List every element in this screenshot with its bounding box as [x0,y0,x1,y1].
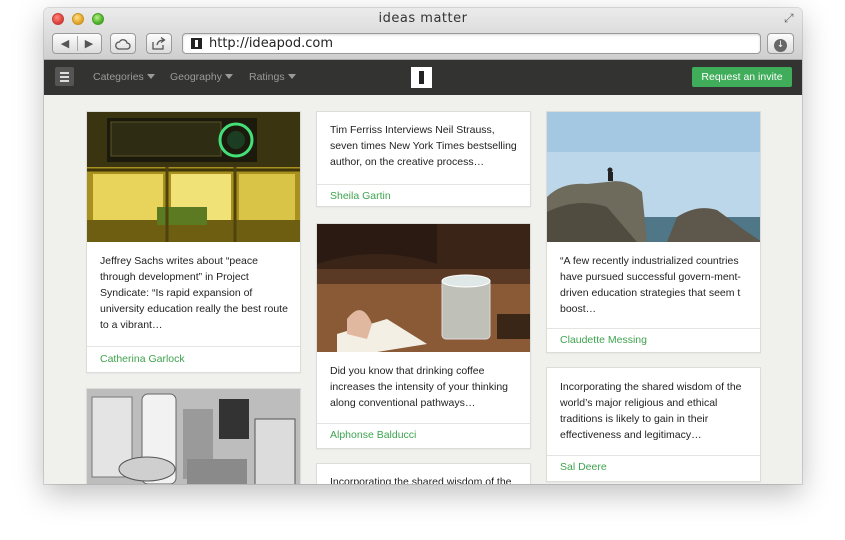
icloud-tabs-button[interactable] [110,33,136,54]
card-excerpt: Incorporating the shared wisdom of the w… [560,381,742,441]
cloud-icon [115,39,131,50]
downloads-button[interactable]: ↓ [767,33,794,54]
idea-card[interactable]: “A few recently industrialized countries… [546,111,761,353]
chevron-down-icon [224,74,233,79]
card-divider [317,184,530,185]
card-author-link[interactable]: Sal Deere [560,461,607,473]
card-excerpt: Did you know that drinking coffee increa… [330,365,509,409]
share-icon [152,36,166,50]
fullscreen-icon[interactable]: ⤢ [784,11,798,25]
download-icon: ↓ [774,39,787,52]
idea-feed: Jeffrey Sachs writes about “peace throug… [44,95,802,484]
nav-geography-dropdown[interactable]: Geography [170,71,233,83]
idea-card[interactable] [86,388,301,484]
request-invite-button[interactable]: Request an invite [692,67,792,87]
card-author-link[interactable]: Claudette Messing [560,334,647,346]
card-divider [317,423,530,424]
nav-ratings-dropdown[interactable]: Ratings [249,71,296,83]
idea-card[interactable]: Tim Ferriss Interviews Neil Strauss, sev… [316,111,531,207]
forward-icon[interactable]: ▶ [77,34,101,53]
site-navbar: Categories Geography Ratings Request an … [44,60,802,95]
card-photo-subway [87,112,300,242]
window-title: ideas matter [378,11,468,26]
card-photo-seaside [547,112,760,242]
idea-card[interactable]: Incorporating the shared wisdom of the [316,463,531,484]
idea-card[interactable]: Jeffrey Sachs writes about “peace throug… [86,111,301,373]
back-icon[interactable]: ◀ [53,34,77,53]
browser-window: ideas matter ⤢ ◀ ▶ http://ideapod.com ↓ C… [44,8,802,484]
card-excerpt: Jeffrey Sachs writes about “peace throug… [100,255,288,331]
chevron-down-icon [146,74,155,79]
card-divider [87,346,300,347]
url-text[interactable]: http://ideapod.com [209,36,333,51]
address-bar[interactable]: http://ideapod.com [182,33,761,54]
nav-categories-dropdown[interactable]: Categories [93,71,155,83]
menu-icon[interactable] [55,67,74,86]
share-button[interactable] [146,33,172,54]
nav-categories-label: Categories [93,71,144,83]
card-divider [547,328,760,329]
browser-toolbar: ideas matter ⤢ ◀ ▶ http://ideapod.com ↓ [44,8,802,60]
card-excerpt: Incorporating the shared wisdom of the [330,476,512,484]
idea-card[interactable]: Incorporating the shared wisdom of the w… [546,367,761,482]
idea-card[interactable]: Did you know that drinking coffee increa… [316,223,531,449]
card-author-link[interactable]: Catherina Garlock [100,353,185,365]
card-excerpt: “A few recently industrialized countries… [560,255,741,315]
card-excerpt: Tim Ferriss Interviews Neil Strauss, sev… [330,124,517,168]
chevron-down-icon [287,74,296,79]
nav-geography-label: Geography [170,71,222,83]
card-divider [547,455,760,456]
card-author-link[interactable]: Sheila Gartin [330,190,391,202]
site-favicon-icon [191,38,202,49]
card-photo-lab [87,389,300,484]
back-forward-group: ◀ ▶ [52,33,102,54]
card-photo-coffee [317,224,530,352]
nav-ratings-label: Ratings [249,71,285,83]
ideapod-logo[interactable] [411,67,432,88]
card-author-link[interactable]: Alphonse Balducci [330,429,416,441]
